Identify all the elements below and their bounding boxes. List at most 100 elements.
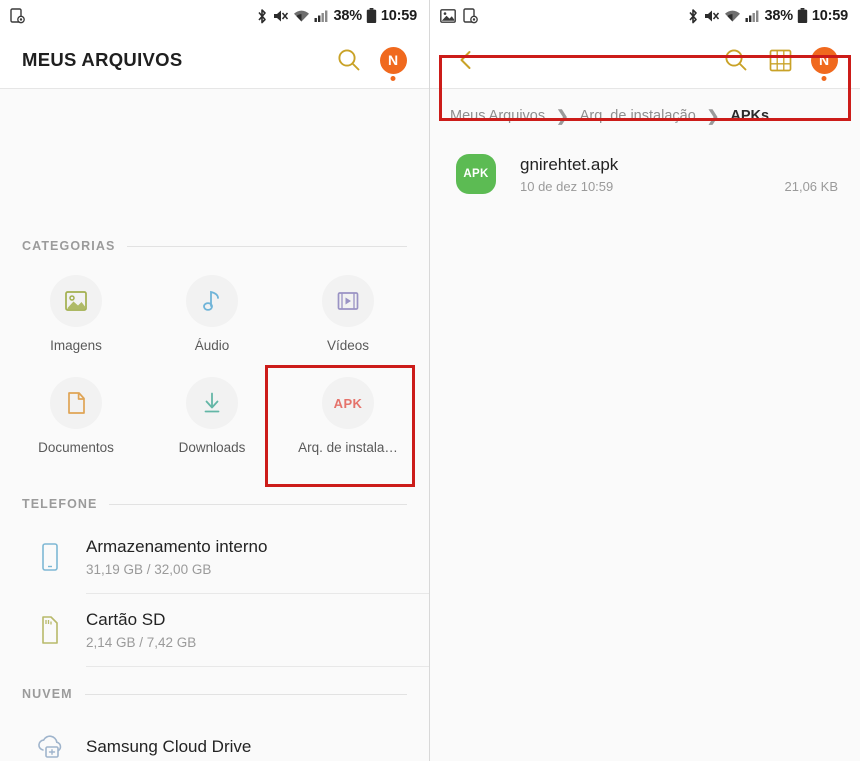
status-notification-icons <box>10 8 25 24</box>
bluetooth-icon <box>258 8 267 23</box>
category-icon-wrap <box>186 377 238 429</box>
storage-icon-wrap <box>22 615 78 645</box>
category-videos[interactable]: Vídeos <box>280 269 416 371</box>
avatar-letter: N <box>387 52 399 68</box>
battery-percent-label: 38% <box>764 8 793 24</box>
cloud-drive-icon <box>38 735 62 758</box>
file-row[interactable]: APK gnirehtet.apk 10 de dez 10:59 21,06 … <box>430 143 860 205</box>
document-icon <box>68 392 85 414</box>
screenshot-icon <box>10 8 25 24</box>
battery-icon <box>366 8 377 23</box>
storage-text: Cartão SD 2,14 GB / 7,42 GB <box>78 610 196 650</box>
category-label: Documentos <box>38 440 114 455</box>
clock-label: 10:59 <box>811 8 848 24</box>
phone-icon <box>42 543 58 571</box>
image-icon <box>65 291 87 311</box>
page-title: MEUS ARQUIVOS <box>22 49 183 70</box>
grid-view-icon <box>769 49 791 71</box>
storage-name: Armazenamento interno <box>86 537 268 556</box>
file-date: 10 de dez 10:59 <box>520 178 614 194</box>
music-note-icon <box>203 290 219 311</box>
clock-label: 10:59 <box>380 8 417 24</box>
category-icon-wrap: APK <box>322 377 374 429</box>
storage-item-internal[interactable]: Armazenamento interno 31,19 GB / 32,00 G… <box>0 521 429 593</box>
signal-icon <box>314 10 328 22</box>
left-status-bar: 38% 10:59 <box>0 0 429 32</box>
category-label: Vídeos <box>326 338 370 353</box>
breadcrumb-item-meus-arquivos[interactable]: Meus Arquivos <box>450 108 545 124</box>
account-button[interactable]: N <box>371 37 415 83</box>
category-label: Imagens <box>50 338 102 353</box>
category-label: Downloads <box>178 440 246 455</box>
right-status-bar: 38% 10:59 <box>430 0 860 32</box>
file-name: gnirehtet.apk <box>520 154 619 174</box>
cloud-icon-wrap <box>22 733 78 761</box>
storage-icon-wrap <box>22 542 78 572</box>
category-icon-wrap <box>322 275 374 327</box>
back-button[interactable] <box>444 38 488 82</box>
storage-item-sdcard[interactable]: Cartão SD 2,14 GB / 7,42 GB <box>0 594 429 666</box>
status-system-icons: 38% 10:59 <box>687 8 848 25</box>
download-icon <box>204 392 220 413</box>
content-top-spacer <box>0 89 429 229</box>
avatar: N <box>810 46 838 74</box>
search-icon <box>338 49 360 71</box>
grid-view-button[interactable] <box>758 38 802 82</box>
avatar-letter: N <box>818 52 830 68</box>
storage-usage: 31,19 GB / 32,00 GB <box>86 562 212 577</box>
left-screen: 38% 10:59 MEUS ARQUIVOS N CATEGORIAS Ima… <box>0 0 430 761</box>
section-rule <box>109 503 407 505</box>
category-arquivos-de-instalacao[interactable]: APK Arq. de instala… <box>280 371 416 473</box>
battery-icon <box>797 8 808 23</box>
signal-icon <box>745 10 759 22</box>
mute-icon <box>705 10 720 22</box>
wifi-icon <box>725 10 741 21</box>
cloud-name: Samsung Cloud Drive <box>86 737 252 756</box>
category-icon-wrap <box>50 377 102 429</box>
right-app-bar: N <box>430 32 860 88</box>
account-button[interactable]: N <box>802 37 846 83</box>
cloud-item-samsung-cloud-drive[interactable]: Samsung Cloud Drive <box>0 711 429 761</box>
breadcrumb-item-arq-de-instalacao[interactable]: Arq. de instalação <box>580 108 696 124</box>
categories-section-header: CATEGORIAS <box>0 229 429 263</box>
avatar: N <box>379 46 407 74</box>
categories-grid: Imagens Áudio Vídeos Documentos Download… <box>0 263 429 473</box>
phone-section-header: TELEFONE <box>0 487 429 521</box>
category-label: Áudio <box>194 338 230 353</box>
file-details: gnirehtet.apk 10 de dez 10:59 21,06 KB <box>496 155 838 194</box>
category-audio[interactable]: Áudio <box>144 269 280 371</box>
left-content: CATEGORIAS Imagens Áudio Vídeos Document… <box>0 89 429 761</box>
cloud-section-label: NUVEM <box>22 687 73 701</box>
chevron-right-icon: ❯ <box>556 108 569 125</box>
storage-usage: 2,14 GB / 7,42 GB <box>86 635 197 650</box>
storage-name: Cartão SD <box>86 610 166 629</box>
status-notification-icons <box>440 8 478 24</box>
mute-icon <box>274 10 289 22</box>
wifi-icon <box>294 10 310 21</box>
right-screen: 38% 10:59 N Meus Arquivos ❯ Arq. de inst… <box>430 0 860 761</box>
section-rule <box>127 245 407 247</box>
bluetooth-icon <box>689 8 698 23</box>
battery-percent-label: 38% <box>333 8 362 24</box>
apk-icon: APK <box>333 395 363 411</box>
file-list: APK gnirehtet.apk 10 de dez 10:59 21,06 … <box>430 143 860 205</box>
category-icon-wrap <box>50 275 102 327</box>
search-button[interactable] <box>327 38 371 82</box>
search-button[interactable] <box>714 38 758 82</box>
category-imagens[interactable]: Imagens <box>8 269 144 371</box>
video-icon <box>337 292 359 310</box>
category-icon-wrap <box>186 275 238 327</box>
category-downloads[interactable]: Downloads <box>144 371 280 473</box>
chevron-right-icon: ❯ <box>706 108 720 125</box>
file-size: 21,06 KB <box>784 178 839 194</box>
category-label: Arq. de instala… <box>298 440 398 455</box>
section-rule <box>84 693 407 695</box>
cloud-section-header: NUVEM <box>0 677 429 711</box>
breadcrumb-item-apks[interactable]: APKs <box>730 108 769 124</box>
storage-text: Armazenamento interno 31,19 GB / 32,00 G… <box>78 537 267 577</box>
status-system-icons: 38% 10:59 <box>256 8 417 25</box>
category-documentos[interactable]: Documentos <box>8 371 144 473</box>
left-app-bar: MEUS ARQUIVOS N <box>0 32 429 88</box>
file-subtext-row: 10 de dez 10:59 21,06 KB <box>520 179 838 194</box>
chevron-left-icon <box>460 51 471 69</box>
